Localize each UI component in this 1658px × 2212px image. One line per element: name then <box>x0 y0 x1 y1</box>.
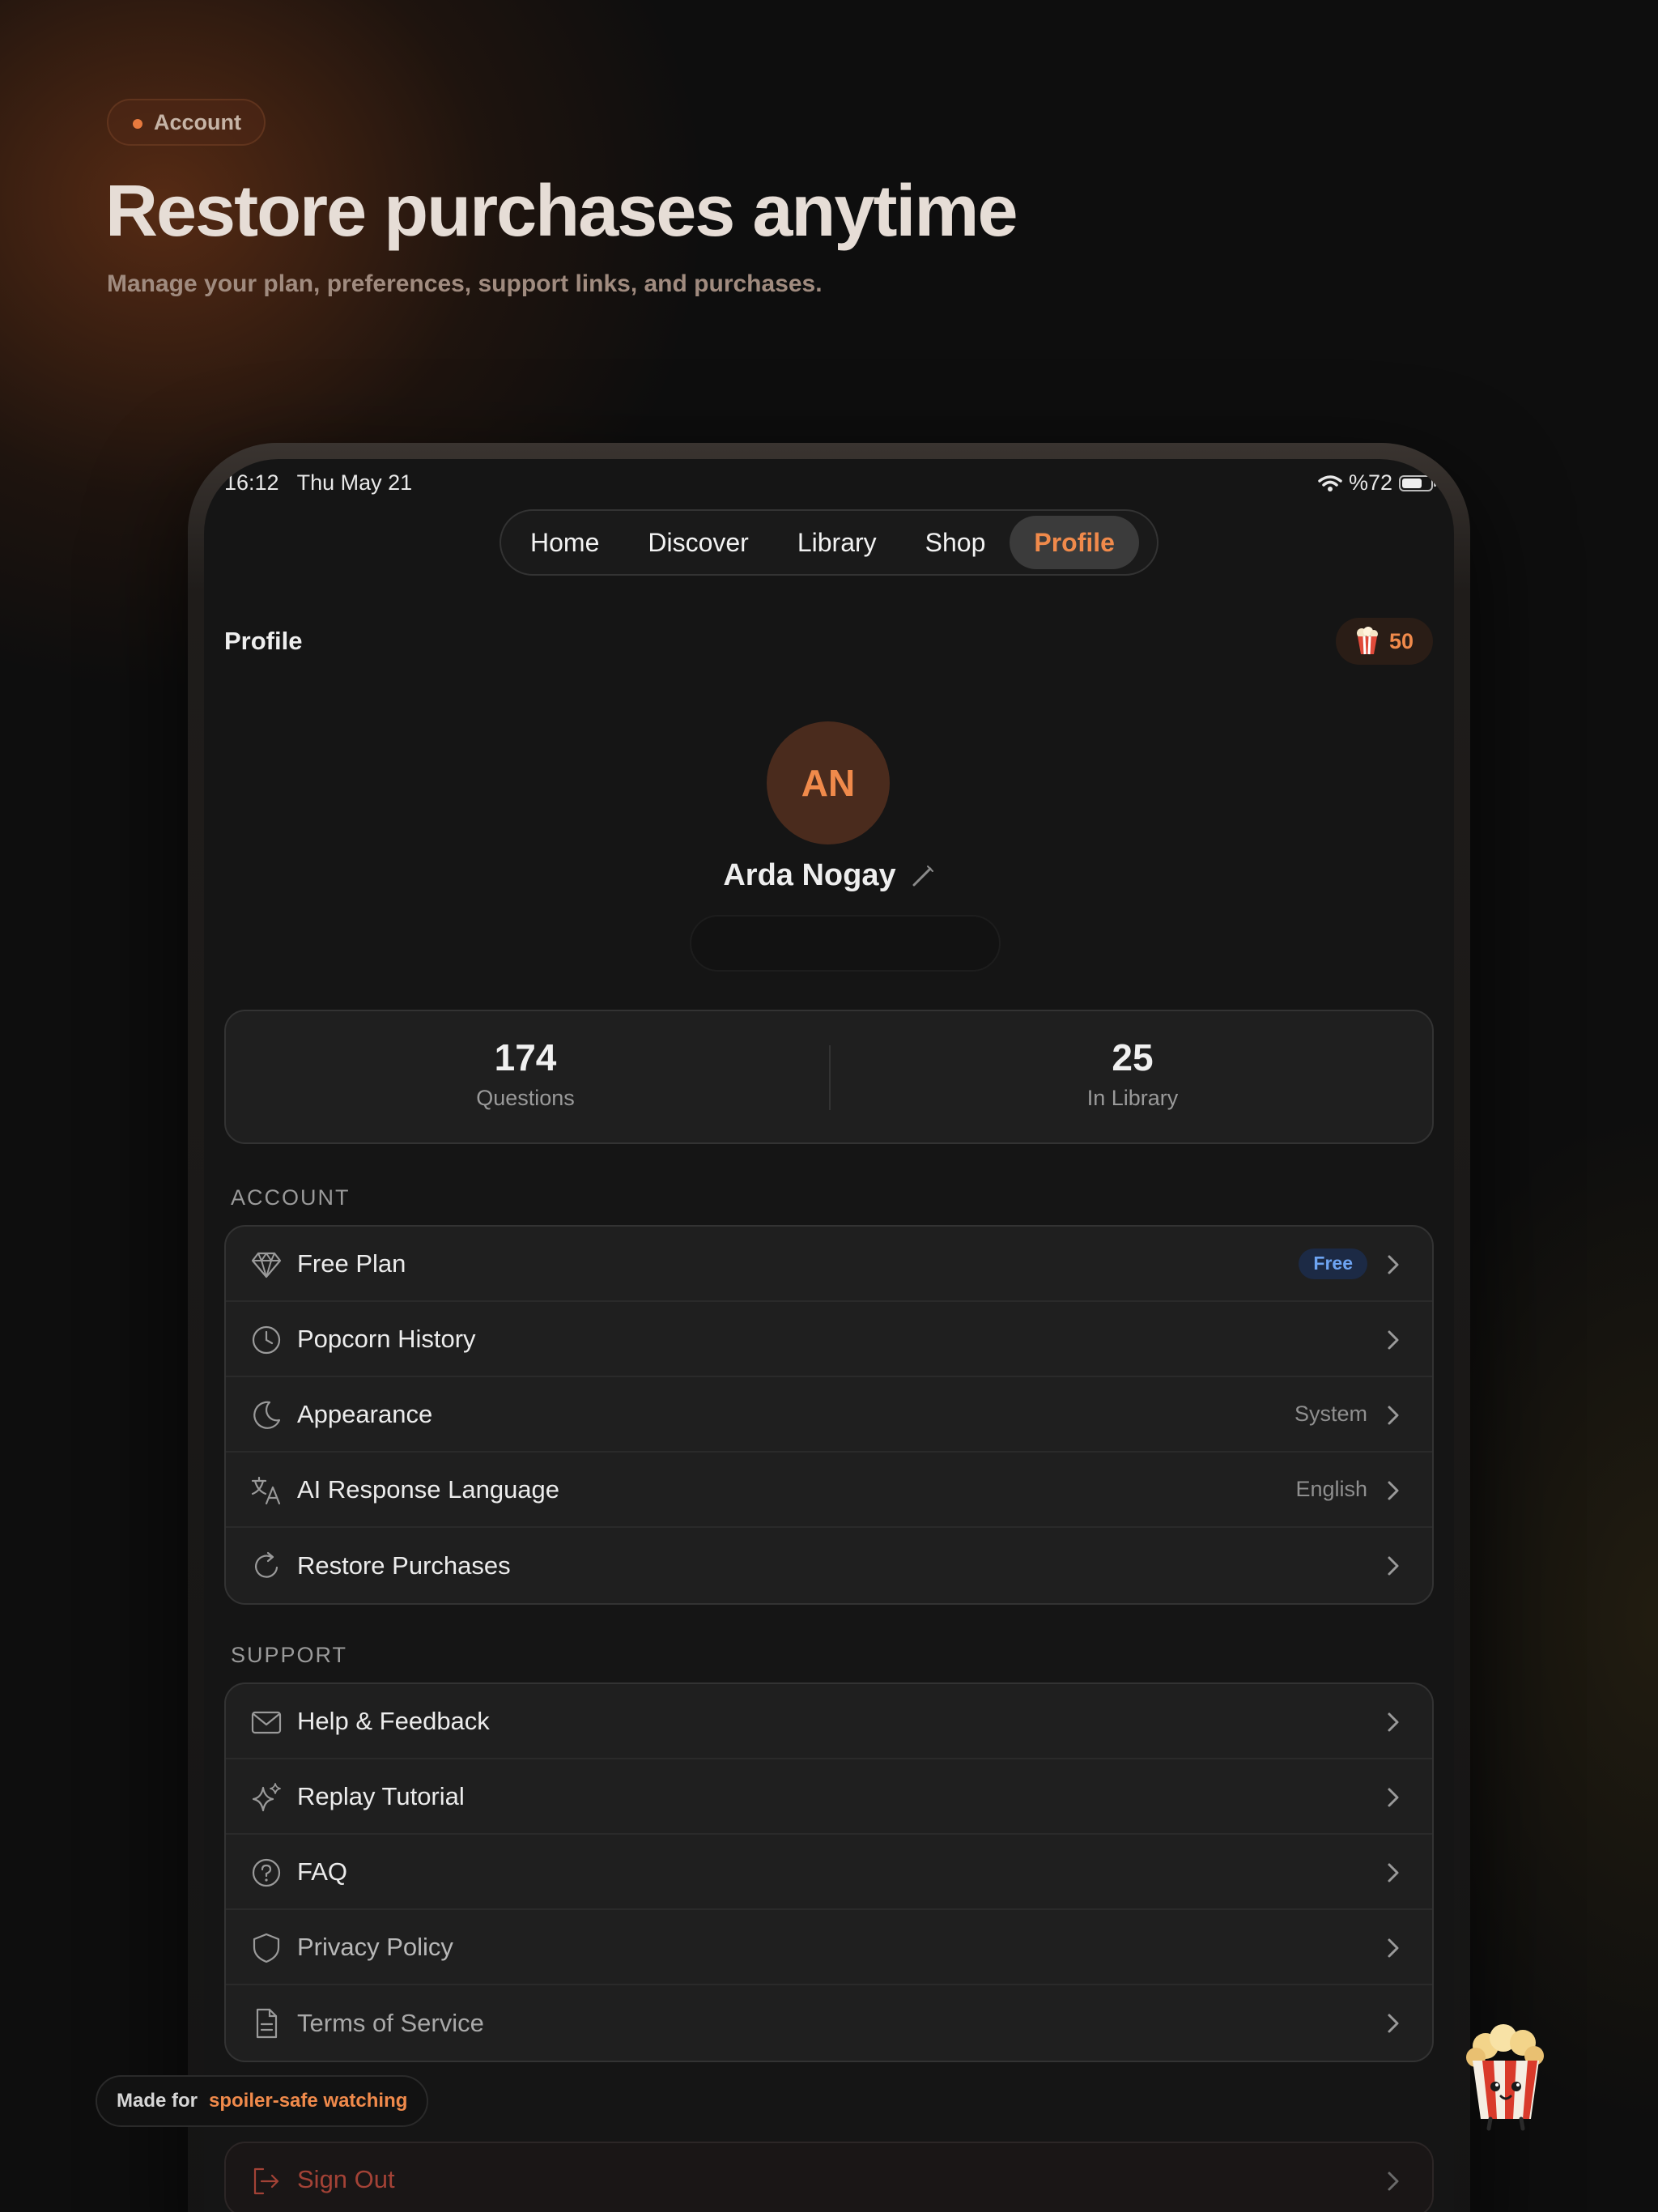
row-privacy-policy[interactable]: Privacy Policy <box>226 1910 1432 1985</box>
row-label: Popcorn History <box>297 1324 476 1353</box>
chevron-right-icon <box>1388 1255 1399 1274</box>
user-name-row: Arda Nogay <box>204 858 1454 893</box>
popcorn-balance-badge[interactable]: 50 <box>1335 618 1433 665</box>
language-value: English <box>1295 1477 1367 1501</box>
row-label: Free Plan <box>297 1249 406 1278</box>
stat-value: 174 <box>494 1036 557 1078</box>
plan-badge: Free <box>1299 1248 1367 1279</box>
chevron-right-icon <box>1388 1481 1399 1500</box>
made-for-badge: Made for spoiler-safe watching <box>96 2075 429 2127</box>
row-replay-tutorial[interactable]: Replay Tutorial <box>226 1759 1432 1835</box>
row-ai-language[interactable]: AI Response Language English <box>226 1453 1432 1528</box>
stat-label: Questions <box>476 1086 575 1110</box>
row-help-feedback[interactable]: Help & Feedback <box>226 1684 1432 1759</box>
avatar: AN <box>767 721 890 844</box>
row-faq[interactable]: FAQ <box>226 1835 1432 1910</box>
row-label: Replay Tutorial <box>297 1781 465 1810</box>
row-appearance[interactable]: Appearance System <box>226 1377 1432 1453</box>
sign-out-button[interactable]: Sign Out <box>224 2142 1434 2212</box>
tab-bar: Home Discover Library Shop Profile <box>500 509 1158 576</box>
popcorn-icon <box>1356 627 1378 655</box>
chevron-right-icon <box>1388 1406 1399 1425</box>
edit-pencil-icon[interactable] <box>911 864 935 888</box>
row-popcorn-history[interactable]: Popcorn History <box>226 1302 1432 1377</box>
moon-icon <box>253 1401 281 1429</box>
stat-value: 25 <box>1112 1036 1154 1078</box>
row-restore-purchases[interactable]: Restore Purchases <box>226 1528 1432 1603</box>
row-label: Restore Purchases <box>297 1551 511 1580</box>
page: Account Restore purchases anytime Manage… <box>0 0 1658 2212</box>
chevron-right-icon <box>1388 1712 1399 1732</box>
tablet-screen: 16:12 Thu May 21 %72 Home Discover Libra… <box>204 459 1454 2212</box>
pill-label: Account <box>154 109 241 134</box>
empty-status-field <box>690 915 1001 972</box>
diamond-icon <box>251 1252 282 1278</box>
made-for-tagline: spoiler-safe watching <box>209 2090 408 2112</box>
battery-icon <box>1399 474 1436 491</box>
question-icon <box>252 1858 281 1887</box>
chevron-right-icon <box>1388 1556 1399 1576</box>
battery-fill <box>1402 478 1422 488</box>
chevron-right-icon <box>1388 1788 1399 1807</box>
tab-library[interactable]: Library <box>773 516 901 569</box>
chevron-right-icon <box>1388 1863 1399 1882</box>
hero-title: Restore purchases anytime <box>105 171 1018 252</box>
status-indicators: %72 <box>1318 470 1436 496</box>
sign-out-label: Sign Out <box>297 2165 395 2193</box>
document-icon <box>256 2008 278 2039</box>
row-free-plan[interactable]: Free Plan Free <box>226 1227 1432 1302</box>
support-list: Help & Feedback Replay Tutorial FAQ Priv… <box>224 1682 1434 2062</box>
logout-icon <box>253 2167 279 2195</box>
page-title: Profile <box>224 627 303 655</box>
tab-profile[interactable]: Profile <box>1010 516 1139 569</box>
account-list: Free Plan Free Popcorn History Appearanc… <box>224 1225 1434 1605</box>
row-terms-of-service[interactable]: Terms of Service <box>226 1985 1432 2061</box>
stat-library: 25 In Library <box>833 1036 1432 1111</box>
tab-shop[interactable]: Shop <box>901 516 1010 569</box>
sparkles-icon <box>252 1783 281 1812</box>
row-label: Help & Feedback <box>297 1706 490 1735</box>
shield-icon <box>253 1933 280 1963</box>
stat-label: In Library <box>1086 1086 1179 1110</box>
user-name: Arda Nogay <box>723 858 896 892</box>
pill-dot <box>133 119 142 129</box>
battery-percent: %72 <box>1348 470 1392 495</box>
chevron-right-icon <box>1388 1938 1399 1958</box>
stats-card: 174 Questions 25 In Library <box>224 1010 1434 1144</box>
row-label: Terms of Service <box>297 2008 484 2037</box>
tab-home[interactable]: Home <box>506 516 623 569</box>
section-label-account: ACCOUNT <box>231 1185 351 1210</box>
hero-subtitle: Manage your plan, preferences, support l… <box>107 270 823 297</box>
status-time: 16:12 Thu May 21 <box>224 470 412 496</box>
stat-questions: 174 Questions <box>226 1036 825 1111</box>
row-label: Appearance <box>297 1399 433 1428</box>
refresh-icon <box>254 1551 278 1578</box>
chevron-right-icon <box>1388 1330 1399 1350</box>
popcorn-mascot-icon <box>1466 2024 1544 2131</box>
chevron-right-icon <box>1388 2014 1399 2033</box>
chevron-right-icon <box>1388 2172 1399 2191</box>
status-date: Thu May 21 <box>296 470 413 495</box>
row-label: FAQ <box>297 1857 348 1886</box>
stat-divider <box>829 1045 831 1110</box>
made-for-label: Made for <box>117 2090 198 2112</box>
translate-icon <box>251 1476 281 1505</box>
account-pill: Account <box>107 99 266 146</box>
status-clock: 16:12 <box>224 470 279 495</box>
row-label: Privacy Policy <box>297 1932 453 1961</box>
wifi-icon <box>1318 474 1342 491</box>
row-label: AI Response Language <box>297 1474 560 1504</box>
appearance-value: System <box>1294 1402 1367 1426</box>
clock-icon <box>252 1325 281 1355</box>
mail-icon <box>251 1711 282 1734</box>
popcorn-count: 50 <box>1388 628 1414 653</box>
section-label-support: SUPPORT <box>231 1643 348 1667</box>
tab-discover[interactable]: Discover <box>623 516 772 569</box>
